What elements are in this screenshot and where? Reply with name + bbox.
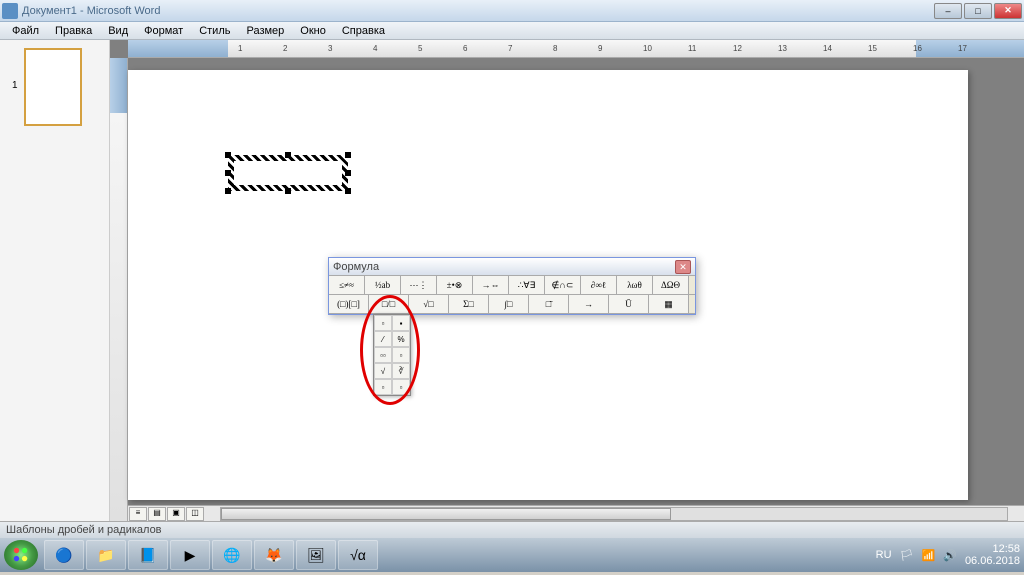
taskbar-chrome[interactable]: 🌐 xyxy=(212,540,252,570)
menu-help[interactable]: Справка xyxy=(334,23,393,39)
eq-subscript-button[interactable]: √□ xyxy=(409,295,449,313)
thumbnail-panel: 1 xyxy=(0,40,110,521)
taskbar-firefox[interactable]: 🦊 xyxy=(254,540,294,570)
eq-integral-button[interactable]: ∫□ xyxy=(489,295,529,313)
dropdown-item[interactable]: ∛ xyxy=(392,363,410,379)
minimize-button[interactable]: – xyxy=(934,3,962,19)
dropdown-item[interactable]: ▫ xyxy=(374,379,392,395)
eq-arrows-button[interactable]: →⇔ xyxy=(473,276,509,294)
equation-symbols-row: ≤≠≈ ½ab ⋯⋮ ±•⊗ →⇔ ∴∀∃ ∉∩⊂ ∂∞ℓ λωθ ΔΩΘ xyxy=(329,276,695,295)
resize-handle[interactable] xyxy=(225,152,231,158)
equation-toolbar-window[interactable]: Формула ✕ ≤≠≈ ½ab ⋯⋮ ±•⊗ →⇔ ∴∀∃ ∉∩⊂ ∂∞ℓ … xyxy=(328,257,696,315)
taskbar-media[interactable]: ▶ xyxy=(170,540,210,570)
start-button[interactable] xyxy=(4,540,38,570)
menu-view[interactable]: Вид xyxy=(100,23,136,39)
status-bar: Шаблоны дробей и радикалов xyxy=(0,521,1024,538)
eq-summation-button[interactable]: Σ□ xyxy=(449,295,489,313)
tray-lang[interactable]: RU xyxy=(876,549,892,561)
dropdown-item[interactable]: √ xyxy=(374,363,392,379)
menu-style[interactable]: Стиль xyxy=(191,23,238,39)
menu-size[interactable]: Размер xyxy=(238,23,292,39)
view-outline-button[interactable]: ▤ xyxy=(148,507,166,521)
tray-flag-icon[interactable]: 🏳 xyxy=(900,549,914,562)
eq-spacing-button[interactable]: ½ab xyxy=(365,276,401,294)
horizontal-ruler[interactable]: 1 2 3 4 5 6 7 8 9 10 11 12 13 14 15 16 1… xyxy=(128,40,1024,58)
taskbar-equation[interactable]: √α xyxy=(338,540,378,570)
menu-bar: Файл Правка Вид Формат Стиль Размер Окно… xyxy=(0,22,1024,40)
taskbar-app-2[interactable]: 🖼 xyxy=(296,540,336,570)
eq-fraction-radical-button[interactable]: □/□ xyxy=(369,295,409,313)
taskbar-word[interactable]: 📘 xyxy=(128,540,168,570)
dropdown-item[interactable]: % xyxy=(392,331,410,347)
view-web-button[interactable]: ◫ xyxy=(186,507,204,521)
eq-matrix-button[interactable]: ▦ xyxy=(649,295,689,313)
resize-handle[interactable] xyxy=(225,170,231,176)
resize-handle[interactable] xyxy=(285,188,291,194)
title-bar: Документ1 - Microsoft Word – □ ✕ xyxy=(0,0,1024,22)
eq-set-button[interactable]: ∉∩⊂ xyxy=(545,276,581,294)
eq-greek-upper-button[interactable]: ΔΩΘ xyxy=(653,276,689,294)
eq-greek-lower-button[interactable]: λωθ xyxy=(617,276,653,294)
maximize-button[interactable]: □ xyxy=(964,3,992,19)
taskbar: 🔵 📁 📘 ▶ 🌐 🦊 🖼 √α RU 🏳 📶 🔊 12:58 06.06.20… xyxy=(0,538,1024,572)
tray-clock[interactable]: 12:58 06.06.2018 xyxy=(965,543,1020,567)
eq-fence-button[interactable]: (□)[□] xyxy=(329,295,369,313)
app-icon xyxy=(2,3,18,19)
equation-toolbar-titlebar[interactable]: Формула ✕ xyxy=(329,258,695,276)
eq-arrow-label-button[interactable]: → xyxy=(569,295,609,313)
close-button[interactable]: ✕ xyxy=(994,3,1022,19)
dropdown-item[interactable]: ▫ xyxy=(374,315,392,331)
eq-misc-button[interactable]: ∂∞ℓ xyxy=(581,276,617,294)
menu-format[interactable]: Формат xyxy=(136,23,191,39)
fraction-radical-dropdown[interactable]: ▫▪ ⁄% ▫▫▫ √∛ ▫▫ xyxy=(373,314,411,396)
system-tray: RU 🏳 📶 🔊 12:58 06.06.2018 xyxy=(876,543,1020,567)
eq-operators-button[interactable]: ±•⊗ xyxy=(437,276,473,294)
thumbnail-page-number: 1 xyxy=(12,80,18,91)
equation-toolbar-title: Формула xyxy=(333,261,675,273)
dropdown-item[interactable]: ▫▫ xyxy=(374,347,392,363)
menu-edit[interactable]: Правка xyxy=(47,23,100,39)
eq-relational-button[interactable]: ≤≠≈ xyxy=(329,276,365,294)
dropdown-item[interactable]: ▫ xyxy=(392,347,410,363)
resize-handle[interactable] xyxy=(345,188,351,194)
windows-icon xyxy=(12,546,30,564)
resize-handle[interactable] xyxy=(345,170,351,176)
status-text: Шаблоны дробей и радикалов xyxy=(6,524,162,536)
dropdown-item[interactable]: ⁄ xyxy=(374,331,392,347)
page-thumbnail[interactable]: 1 xyxy=(24,48,82,126)
equation-templates-row: (□)[□] □/□ √□ Σ□ ∫□ □̄ → Ū ▦ xyxy=(329,295,695,314)
view-print-button[interactable]: ▣ xyxy=(167,507,185,521)
menu-window[interactable]: Окно xyxy=(292,23,334,39)
window-title: Документ1 - Microsoft Word xyxy=(22,5,934,17)
view-normal-button[interactable]: ≡ xyxy=(129,507,147,521)
horizontal-scrollbar[interactable] xyxy=(220,507,1008,521)
taskbar-app-1[interactable]: 🔵 xyxy=(44,540,84,570)
equation-toolbar-close-button[interactable]: ✕ xyxy=(675,260,691,274)
vertical-ruler[interactable] xyxy=(110,58,128,521)
equation-object[interactable] xyxy=(228,155,348,191)
eq-products-button[interactable]: Ū xyxy=(609,295,649,313)
resize-handle[interactable] xyxy=(345,152,351,158)
tray-sound-icon[interactable]: 🔊 xyxy=(943,549,957,562)
view-bar: ≡ ▤ ▣ ◫ xyxy=(128,505,1024,521)
eq-logic-button[interactable]: ∴∀∃ xyxy=(509,276,545,294)
menu-file[interactable]: Файл xyxy=(4,23,47,39)
resize-handle[interactable] xyxy=(225,188,231,194)
eq-ellipsis-button[interactable]: ⋯⋮ xyxy=(401,276,437,294)
taskbar-explorer[interactable]: 📁 xyxy=(86,540,126,570)
dropdown-item[interactable]: ▪ xyxy=(392,315,410,331)
tray-network-icon[interactable]: 📶 xyxy=(922,549,936,562)
eq-overbar-button[interactable]: □̄ xyxy=(529,295,569,313)
resize-handle[interactable] xyxy=(285,152,291,158)
dropdown-item[interactable]: ▫ xyxy=(392,379,410,395)
